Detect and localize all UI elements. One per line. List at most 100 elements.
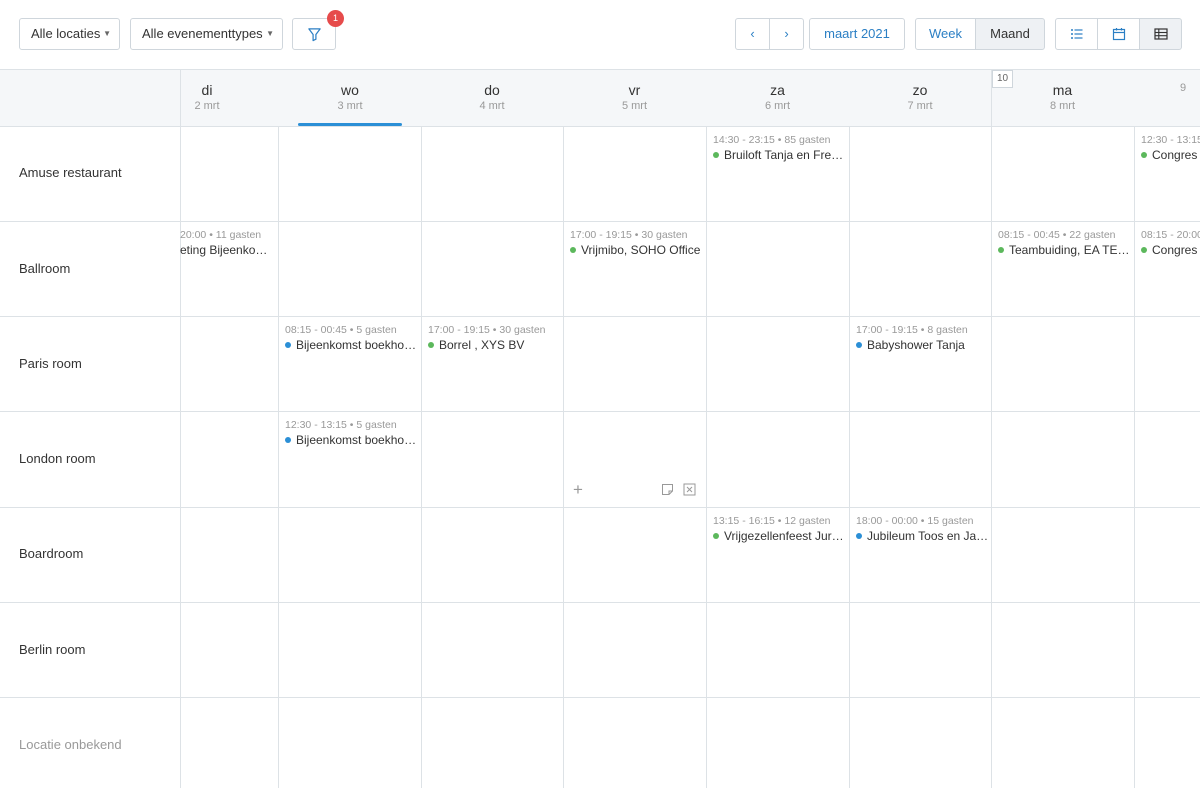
event-title-text: Bijeenkomst boekho… xyxy=(296,433,417,447)
event-title-text: eting Bijeenko… xyxy=(180,243,268,257)
event-meta: 18:00 - 00:00 • 15 gasten xyxy=(856,515,974,527)
close-box-icon xyxy=(683,483,696,496)
location-select[interactable]: Alle locaties ▼ xyxy=(19,18,120,50)
grid-line xyxy=(0,507,1200,508)
event-title: Jubileum Toos en Ja… xyxy=(856,528,988,544)
event-card[interactable]: 20:00 • 11 gasten eting Bijeenko… xyxy=(180,228,276,258)
add-event-button[interactable]: + xyxy=(573,480,583,500)
grid-line xyxy=(0,411,1200,412)
day-header-next[interactable]: 9 xyxy=(1180,70,1200,126)
event-card[interactable]: 18:00 - 00:00 • 15 gasten Jubileum Toos … xyxy=(856,514,988,544)
day-header-za[interactable]: za 6 mrt xyxy=(706,70,849,126)
table-icon xyxy=(1154,28,1168,40)
previous-button[interactable]: ‹ xyxy=(735,18,770,50)
day-header-do[interactable]: do 4 mrt xyxy=(421,70,563,126)
grid-line xyxy=(278,127,279,788)
day-date: 2 mrt xyxy=(194,100,220,112)
location-label: Locatie onbekend xyxy=(19,737,122,752)
location-label: Berlin room xyxy=(19,642,86,657)
status-dot xyxy=(285,342,291,348)
event-title: Vrijgezellenfeest Jur… xyxy=(713,528,845,544)
day-date: 4 mrt xyxy=(479,100,505,112)
event-card[interactable]: 14:30 - 23:15 • 85 gasten Bruiloft Tanja… xyxy=(713,133,845,163)
day-header-di[interactable]: di 2 mrt xyxy=(180,70,234,126)
location-label: Boardroom xyxy=(19,546,84,561)
day-date: 8 mrt xyxy=(1049,100,1076,112)
event-title: Bijeenkomst boekho… xyxy=(285,337,417,353)
event-card[interactable]: 08:15 - 20:00 Congres xyxy=(1141,228,1200,258)
note-icon xyxy=(662,484,673,495)
week-view-button[interactable]: Week xyxy=(915,18,976,50)
event-title: Teambuiding, EA TE… xyxy=(998,242,1130,258)
event-title: Borrel , XYS BV xyxy=(428,337,560,353)
event-meta: 12:30 - 13:15 xyxy=(1141,134,1200,146)
location-label: Ballroom xyxy=(19,261,71,276)
event-meta: 08:15 - 00:45 • 22 gasten xyxy=(998,229,1116,241)
event-title: Vrijmibo, SOHO Office xyxy=(570,242,704,258)
status-dot xyxy=(713,533,719,539)
event-meta: 17:00 - 19:15 • 8 gasten xyxy=(856,324,968,336)
calendar-view-button[interactable] xyxy=(1097,18,1140,50)
event-meta: 17:00 - 19:15 • 30 gasten xyxy=(428,324,546,336)
grid-line xyxy=(563,127,564,788)
day-name: wo xyxy=(341,82,359,98)
event-card[interactable]: 17:00 - 19:15 • 30 gasten Vrijmibo, SOHO… xyxy=(570,228,704,258)
filter-icon xyxy=(308,28,321,42)
next-button[interactable]: › xyxy=(769,18,804,50)
event-card[interactable]: 17:00 - 19:15 • 8 gasten Babyshower Tanj… xyxy=(856,323,988,353)
event-meta: 14:30 - 23:15 • 85 gasten xyxy=(713,134,831,146)
event-type-select[interactable]: Alle evenementtypes ▼ xyxy=(130,18,283,50)
grid-line xyxy=(0,316,1200,317)
status-dot xyxy=(428,342,434,348)
day-name: di xyxy=(201,82,213,98)
grid-line xyxy=(849,127,850,788)
status-dot xyxy=(285,437,291,443)
day-date: 9 xyxy=(1180,82,1187,94)
grid-line xyxy=(991,69,992,788)
event-title-text: Borrel , XYS BV xyxy=(439,338,525,352)
status-dot xyxy=(713,152,719,158)
event-title: Congres xyxy=(1141,242,1200,258)
event-card[interactable]: 08:15 - 00:45 • 22 gasten Teambuiding, E… xyxy=(998,228,1130,258)
event-title-text: Jubileum Toos en Ja… xyxy=(867,529,988,543)
day-date: 6 mrt xyxy=(764,100,791,112)
event-title-text: Congres xyxy=(1152,243,1198,257)
grid-line xyxy=(0,697,1200,698)
day-header-vr[interactable]: vr 5 mrt xyxy=(563,70,706,126)
event-title: Babyshower Tanja xyxy=(856,337,988,353)
event-card[interactable]: 13:15 - 16:15 • 12 gasten Vrijgezellenfe… xyxy=(713,514,845,544)
event-meta: 12:30 - 13:15 • 5 gasten xyxy=(285,419,397,431)
location-label: Amuse restaurant xyxy=(19,165,122,180)
event-card[interactable]: 12:30 - 13:15 • 5 gasten Bijeenkomst boe… xyxy=(285,418,417,448)
grid-line xyxy=(1134,127,1135,788)
event-title: Congres xyxy=(1141,147,1200,163)
location-label: London room xyxy=(19,451,96,466)
list-view-button[interactable] xyxy=(1055,18,1098,50)
event-title-text: Vrijmibo, SOHO Office xyxy=(581,243,701,257)
day-header-wo[interactable]: wo 3 mrt xyxy=(279,70,421,126)
event-meta: 08:15 - 00:45 • 5 gasten xyxy=(285,324,397,336)
chevron-down-icon: ▼ xyxy=(266,29,274,38)
event-meta: 13:15 - 16:15 • 12 gasten xyxy=(713,515,831,527)
toolbar: Alle locaties ▼ Alle evenementtypes ▼ 1 … xyxy=(0,0,1200,70)
grid-line xyxy=(421,127,422,788)
timeline-view-button[interactable] xyxy=(1139,18,1182,50)
day-date: 3 mrt xyxy=(337,100,363,112)
grid-line xyxy=(180,69,181,788)
week-number: 10 xyxy=(992,70,1013,88)
month-picker-button[interactable]: maart 2021 xyxy=(809,18,905,50)
day-date: 5 mrt xyxy=(621,100,648,112)
list-icon xyxy=(1071,29,1083,39)
chevron-down-icon: ▼ xyxy=(103,29,111,38)
status-dot xyxy=(1141,247,1147,253)
event-card[interactable]: 08:15 - 00:45 • 5 gasten Bijeenkomst boe… xyxy=(285,323,417,353)
day-name: za xyxy=(770,82,785,98)
month-view-button[interactable]: Maand xyxy=(975,18,1045,50)
day-header-zo[interactable]: zo 7 mrt xyxy=(849,70,991,126)
event-card[interactable]: 12:30 - 13:15 Congres xyxy=(1141,133,1200,163)
block-button[interactable] xyxy=(683,483,696,501)
event-card[interactable]: 17:00 - 19:15 • 30 gasten Borrel , XYS B… xyxy=(428,323,560,353)
day-name: vr xyxy=(628,82,641,98)
note-button[interactable] xyxy=(661,483,674,501)
event-meta: 08:15 - 20:00 xyxy=(1141,229,1200,241)
